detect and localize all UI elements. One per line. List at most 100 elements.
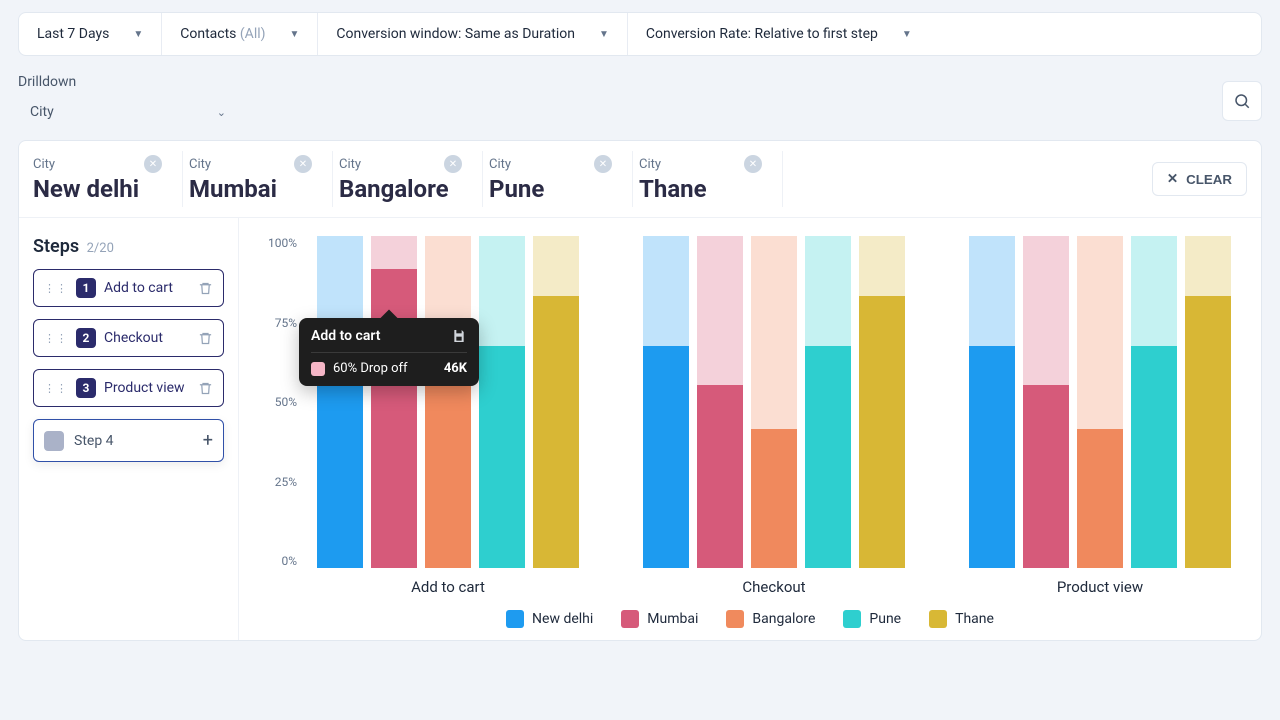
legend-swatch [726,610,744,628]
drag-handle-icon[interactable]: ⋮⋮ [44,282,68,295]
drag-handle-icon[interactable]: ⋮⋮ [44,382,68,395]
y-tick: 0% [257,554,297,568]
step-add[interactable]: Step 4 + [33,419,224,462]
legend-swatch [843,610,861,628]
chip-remove[interactable]: ✕ [144,155,162,173]
trash-icon[interactable] [198,381,213,396]
chip-remove[interactable]: ✕ [744,155,762,173]
plus-icon: + [203,430,213,451]
bar[interactable] [479,236,525,568]
trash-icon[interactable] [198,281,213,296]
close-icon: ✕ [1167,171,1178,187]
filter-chip: City ✕ Pune [483,151,633,207]
legend-item[interactable]: New delhi [506,610,593,628]
filter-duration[interactable]: Last 7 Days ▼ [19,13,162,55]
filter-conversion-window[interactable]: Conversion window: Same as Duration ▼ [318,13,627,55]
chart-tooltip: Add to cart 60% Drop off 46K [299,318,479,386]
filter-contacts-scope: (All) [240,26,266,42]
y-tick: 50% [257,395,297,409]
chip-dimension: City [339,157,361,172]
legend-item[interactable]: Pune [843,610,901,628]
bar[interactable] [533,236,579,568]
chevron-down-icon: ▼ [902,29,912,40]
filter-conversion-rate[interactable]: Conversion Rate: Relative to first step … [628,13,930,55]
chip-dimension: City [189,157,211,172]
bar[interactable] [1023,236,1069,568]
chip-remove[interactable]: ✕ [594,155,612,173]
bar-group [315,236,581,568]
step-item[interactable]: ⋮⋮2Checkout [33,319,224,357]
drilldown-label: Drilldown [18,74,238,90]
steps-panel: Steps 2/20 ⋮⋮1Add to cart⋮⋮2Checkout⋮⋮3P… [19,218,239,640]
legend-label: Mumbai [647,611,698,627]
filter-chip: City ✕ New delhi [33,151,183,207]
step-number: 3 [76,378,96,398]
save-icon[interactable] [451,328,467,344]
bar[interactable] [317,236,363,568]
filter-conversion-window-label: Conversion window: Same as Duration [336,26,575,42]
legend-item[interactable]: Mumbai [621,610,698,628]
search-button[interactable] [1222,81,1262,121]
chip-value: New delhi [33,175,162,203]
chip-remove[interactable]: ✕ [294,155,312,173]
x-label: Product view [967,578,1233,596]
tooltip-label: 60% Drop off [333,361,408,376]
chip-row: City✕New delhiCity✕MumbaiCity✕BangaloreC… [19,141,1261,218]
bar[interactable] [1131,236,1177,568]
chip-value: Mumbai [189,175,312,203]
y-tick: 100% [257,236,297,250]
legend-item[interactable]: Bangalore [726,610,815,628]
drilldown-select[interactable]: City ⌄ [18,96,238,128]
bar[interactable] [371,236,417,568]
filter-contacts-label: Contacts [180,26,236,42]
chip-remove[interactable]: ✕ [444,155,462,173]
bar[interactable] [805,236,851,568]
filter-chip: City✕Bangalore [333,151,483,207]
bar[interactable] [751,236,797,568]
legend-item[interactable]: Thane [929,610,994,628]
bar[interactable] [697,236,743,568]
bar[interactable] [969,236,1015,568]
tooltip-value: 46K [444,361,467,376]
chart-area: 100% 75% 50% 25% 0% Add to cart Checkout Produ… [239,218,1261,640]
filter-bar: Last 7 Days ▼ Contacts (All) ▼ Conversio… [18,12,1262,56]
bar[interactable] [643,236,689,568]
x-axis-labels: Add to cartCheckoutProduct view [305,568,1243,596]
filter-contacts[interactable]: Contacts (All) ▼ [162,13,318,55]
step-label: Product view [104,380,185,396]
step-item[interactable]: ⋮⋮ 3 Product view [33,369,224,407]
y-tick: 25% [257,475,297,489]
step-item[interactable]: ⋮⋮ 1 Add to cart [33,269,224,307]
filter-duration-label: Last 7 Days [37,26,109,42]
chip-value: Pune [489,175,612,203]
legend-label: New delhi [532,611,593,627]
bar[interactable] [425,236,471,568]
steps-count: 2/20 [87,241,114,256]
step-label: Add to cart [104,280,173,296]
tooltip-title: Add to cart [311,328,380,344]
chart-legend: New delhi Mumbai Bangalore Pune Thane [257,610,1243,628]
chevron-down-icon: ▼ [290,29,300,40]
step-number: 2 [76,328,96,348]
chip-dimension: City [33,157,55,172]
y-tick: 75% [257,316,297,330]
legend-swatch [621,610,639,628]
trash-icon[interactable] [198,331,213,346]
drag-handle-icon[interactable]: ⋮⋮ [44,332,68,345]
bar[interactable] [859,236,905,568]
bar[interactable] [1185,236,1231,568]
x-label: Checkout [641,578,907,596]
search-icon [1233,92,1251,110]
y-axis: 100% 75% 50% 25% 0% [257,236,305,596]
step-number: 1 [76,278,96,298]
filter-chip: City✕Thane [633,151,783,207]
drilldown-row: Drilldown City ⌄ [18,74,1262,128]
chip-dimension: City [489,157,511,172]
chevron-down-icon: ▼ [133,29,143,40]
chevron-down-icon: ▼ [599,29,609,40]
clear-button[interactable]: ✕ CLEAR [1152,162,1247,196]
main-panel: City ✕ New delhi City ✕ Mumbai City ✕ Bangalore C… [18,140,1262,641]
chip-dimension: City [639,157,661,172]
filter-chip: City ✕ Mumbai [183,151,333,207]
bar[interactable] [1077,236,1123,568]
